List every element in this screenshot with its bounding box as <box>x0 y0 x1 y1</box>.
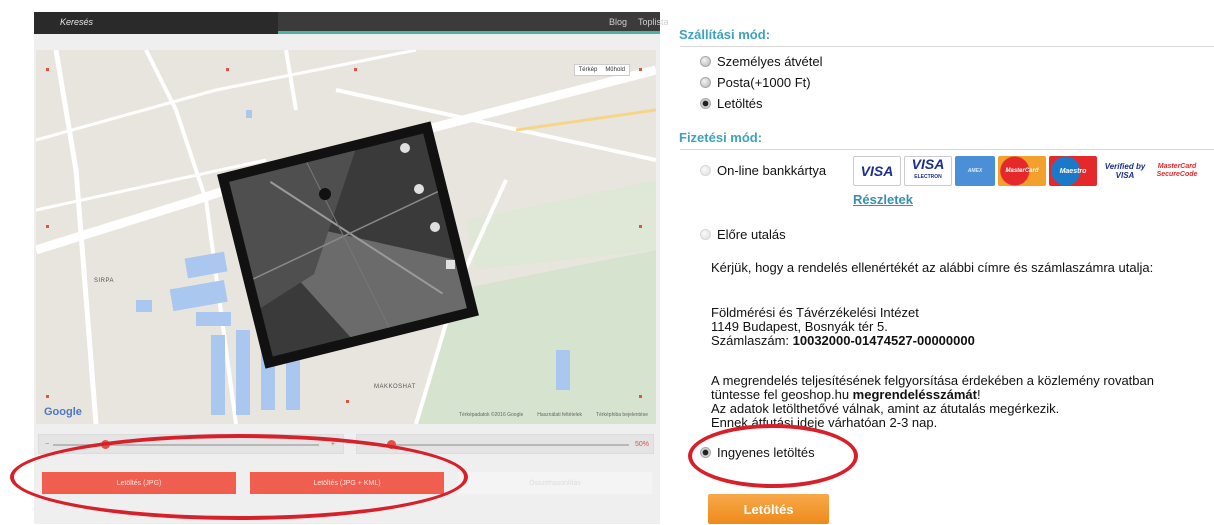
annotation-ellipse-free-download <box>688 424 858 488</box>
verified-by-visa-text: Verified by VISA <box>1104 162 1146 180</box>
verified-by-visa-logo: Verified by VISA <box>1100 156 1150 186</box>
payment-option-label: On-line bankkártya <box>717 163 827 178</box>
note-reference: A megrendelés teljesítésének felgyorsítá… <box>711 374 1181 402</box>
map-place-label-2: SIRPA <box>94 278 115 284</box>
navbar-blog-link[interactable]: Blog <box>609 17 627 27</box>
attribution-data: Térképadatok ©2016 Google <box>458 412 524 418</box>
map-attribution: Térképadatok ©2016 Google Használati fel… <box>459 412 648 418</box>
radio-online-card[interactable] <box>700 165 711 176</box>
payment-divider <box>680 149 1214 150</box>
account-number: 10032000-01474527-00000000 <box>792 333 975 348</box>
map-type-satellite[interactable]: Műhold <box>605 67 625 73</box>
radio-post[interactable] <box>700 77 711 88</box>
details-link[interactable]: Részletek <box>853 192 913 207</box>
radio-transfer[interactable] <box>700 229 711 240</box>
visa-electron-sublabel: ELECTRON <box>914 174 942 180</box>
visa-text: VISA <box>860 163 894 179</box>
map-type-toggle[interactable]: Térkép Műhold <box>573 64 630 76</box>
transfer-note: A megrendelés teljesítésének felgyorsítá… <box>711 374 1181 430</box>
amex-text: AMEX <box>967 168 983 174</box>
shipping-title: Szállítási mód: <box>679 27 771 42</box>
top-navbar: Keresés Blog Toplista <box>34 12 669 34</box>
mastercard-securecode-logo: MasterCard SecureCode <box>1153 156 1201 186</box>
map-canvas[interactable]: Térkép Műhold MAKKOSHAT SIRPA Google Tér… <box>36 50 656 424</box>
annotation-ellipse-map-buttons <box>10 434 468 520</box>
payment-option-transfer[interactable]: Előre utalás <box>700 227 786 242</box>
opacity-track[interactable] <box>371 444 629 446</box>
shipping-divider <box>680 46 1214 47</box>
payment-option-card[interactable]: On-line bankkártya <box>700 163 826 178</box>
account-label: Számlaszám: <box>711 333 793 348</box>
card-logos: VISA VISA ELECTRON AMEX MasterCard Maest… <box>853 156 1201 186</box>
map-place-label: MAKKOSHAT <box>374 384 416 390</box>
navbar-search-link[interactable]: Keresés <box>60 17 93 27</box>
compare-button[interactable]: Összehasonlítás <box>458 472 652 494</box>
radio-personal[interactable] <box>700 56 711 67</box>
address-line: 1149 Budapest, Bosnyák tér 5. <box>711 319 888 334</box>
attribution-report[interactable]: Térképhiba bejelentése <box>596 412 648 418</box>
slider-minus-icon[interactable]: − <box>45 441 49 448</box>
mastercard-logo: MasterCard <box>998 156 1046 186</box>
shipping-option-personal[interactable]: Személyes átvétel <box>700 54 823 69</box>
mastercard-text: MasterCard <box>1005 168 1039 174</box>
shipping-option-label: Személyes átvétel <box>717 54 823 69</box>
shipping-option-download[interactable]: Letöltés <box>700 96 763 111</box>
google-logo: Google <box>44 406 82 418</box>
amex-logo: AMEX <box>955 156 995 186</box>
maestro-logo: Maestro <box>1049 156 1097 186</box>
screenshot-root: Keresés Blog Toplista Térkép Műhold MAKK… <box>0 0 1214 525</box>
navbar-toplist-link[interactable]: Toplista <box>638 17 669 27</box>
attribution-terms[interactable]: Használati feltételek <box>537 412 582 418</box>
visa-logo: VISA <box>853 156 901 186</box>
maestro-text: Maestro <box>1059 167 1087 175</box>
note-end: ! <box>976 387 981 402</box>
visa-electron-text: VISA <box>911 156 945 172</box>
opacity-percent: 50% <box>634 441 649 448</box>
map-type-map[interactable]: Térkép <box>579 67 598 73</box>
radio-download[interactable] <box>700 98 711 109</box>
note-bold: megrendelésszámát <box>852 387 977 402</box>
address-line: Földmérési és Távérzékelési Intézet <box>711 305 919 320</box>
download-submit-button[interactable]: Letöltés <box>708 494 829 524</box>
shipping-option-post[interactable]: Posta(+1000 Ft) <box>700 75 811 90</box>
account-line: Számlaszám: 10032000-01474527-00000000 <box>711 334 1181 348</box>
visa-electron-logo: VISA ELECTRON <box>904 156 952 186</box>
map-drawing <box>36 50 656 424</box>
payment-option-label: Előre utalás <box>717 227 786 242</box>
bank-address: Földmérési és Távérzékelési Intézet 1149… <box>711 306 1181 348</box>
note-availability: Az adatok letölthetővé válnak, amint az … <box>711 401 1060 416</box>
securecode-text: MasterCard SecureCode <box>1156 163 1198 178</box>
transfer-instructions: Kérjük, hogy a rendelés ellenértékét az … <box>711 260 1154 275</box>
shipping-option-label: Letöltés <box>717 96 763 111</box>
shipping-option-label: Posta(+1000 Ft) <box>717 75 811 90</box>
payment-title: Fizetési mód: <box>679 130 763 145</box>
